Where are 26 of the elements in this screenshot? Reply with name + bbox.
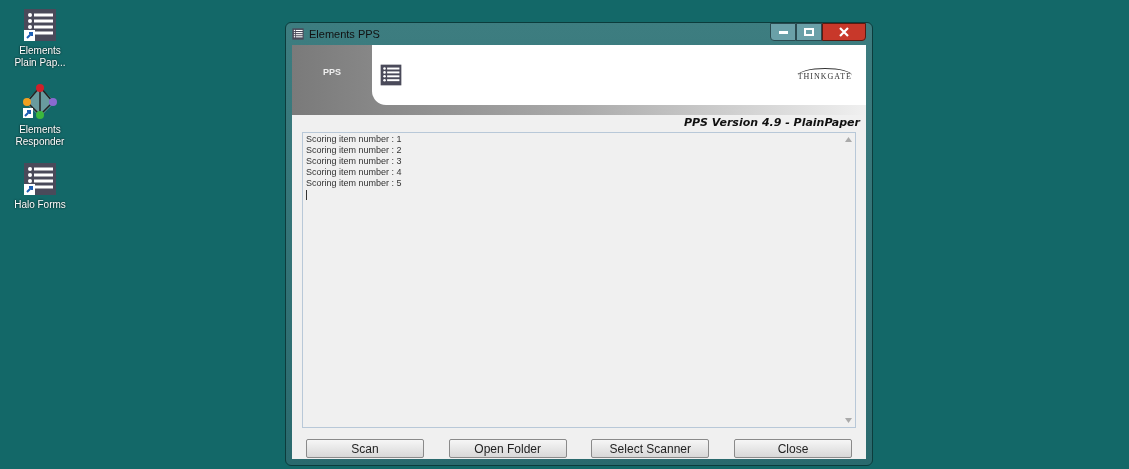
list-icon [23, 8, 57, 42]
network-icon [21, 83, 59, 121]
minimize-button[interactable] [770, 23, 796, 41]
version-label: PPS Version 4.9 - PlainPaper [683, 114, 860, 131]
desktop-icon-label[interactable]: Elements Plain Pap... [8, 45, 72, 69]
log-line: Scoring item number : 3 [306, 156, 403, 167]
log-line: Scoring item number : 2 [306, 145, 403, 156]
list-icon [380, 64, 402, 86]
log-line: Scoring item number : 4 [306, 167, 403, 178]
desktop-icon-label[interactable]: Elements Responder [8, 124, 72, 148]
text-cursor [306, 190, 307, 200]
log-line: Scoring item number : 1 [306, 134, 403, 145]
pps-tab[interactable]: PPS [323, 66, 341, 80]
logo-text: THINKGATE [797, 67, 852, 83]
log-line: Scoring item number : 5 [306, 178, 403, 189]
dialog-button[interactable]: Close [733, 439, 852, 458]
list-icon [292, 28, 304, 40]
desktop-icon-label[interactable]: Halo Forms [8, 199, 72, 211]
maximize-button[interactable] [796, 23, 822, 41]
dialog-button[interactable]: Scan [306, 439, 424, 458]
close-icon [839, 27, 849, 37]
dialog-button[interactable]: Select Scanner [591, 439, 710, 458]
close-button[interactable] [822, 23, 866, 41]
window-title: Elements PPS [309, 26, 380, 42]
dialog-button[interactable]: Open Folder [448, 439, 567, 458]
list-icon [23, 162, 57, 196]
